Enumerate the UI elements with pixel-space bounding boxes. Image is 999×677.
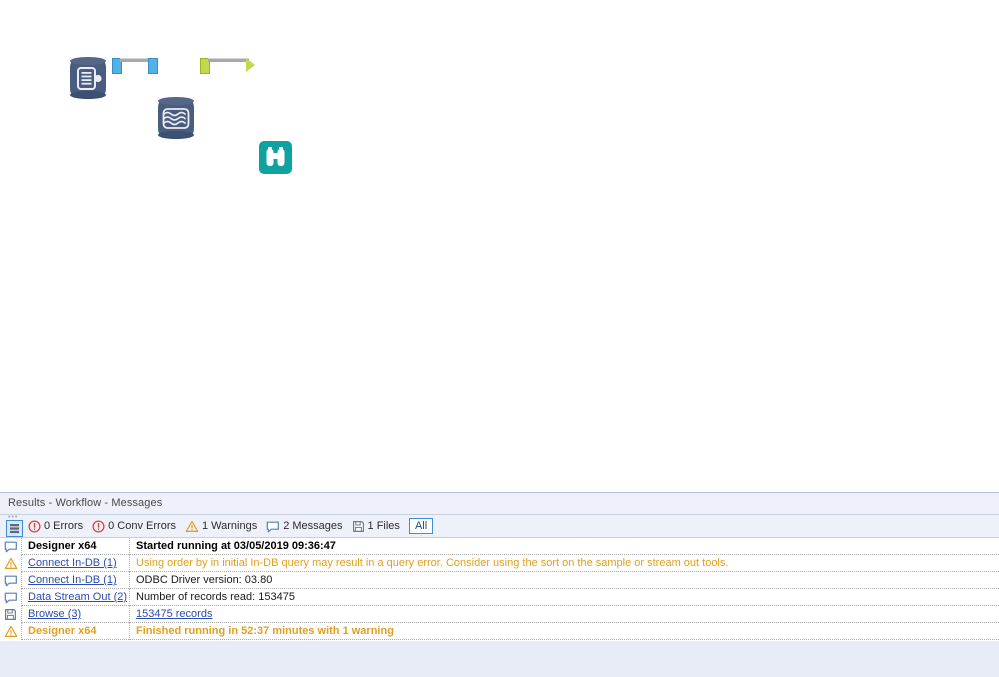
connect-in-db-icon — [77, 67, 102, 90]
filter-conv-errors-label: 0 Conv Errors — [108, 520, 176, 532]
data-stream-out-icon — [162, 108, 190, 129]
row-tool-name[interactable]: Connect In-DB (1) — [22, 555, 130, 572]
warning-icon — [4, 557, 17, 569]
connection-wire-2[interactable] — [208, 58, 249, 62]
table-row[interactable]: Connect In-DB (1) Using order by in init… — [0, 555, 999, 572]
binoculars-icon — [266, 147, 285, 166]
table-row[interactable]: Designer x64 Started running at 03/05/20… — [0, 538, 999, 555]
tool-browse[interactable] — [259, 141, 292, 174]
message-icon — [266, 520, 280, 533]
tool-data-stream-out[interactable] — [158, 97, 194, 139]
results-titlebar: Results - Workflow - Messages — [0, 493, 999, 515]
warning-icon — [4, 625, 17, 637]
filter-messages[interactable]: 2 Messages — [266, 520, 343, 533]
row-icon-cell — [0, 538, 22, 555]
filter-all-button[interactable]: All — [408, 518, 434, 534]
table-row[interactable]: Designer x64 Finished running in 52:37 m… — [0, 623, 999, 640]
row-tool-name: Designer x64 — [22, 538, 130, 555]
row-message-text: ODBC Driver version: 03.80 — [136, 574, 273, 586]
row-message-text: Number of records read: 153475 — [136, 591, 295, 603]
workflow-canvas[interactable] — [0, 0, 999, 492]
message-icon — [4, 575, 17, 587]
row-message-text: Started running at 03/05/2019 09:36:47 — [136, 540, 336, 552]
row-tool-name: Designer x64 — [22, 623, 130, 640]
messages-footer — [0, 641, 999, 677]
row-message-text: Using order by in initial In-DB query ma… — [136, 557, 729, 569]
input-anchor-browse[interactable] — [246, 58, 255, 72]
row-icon-cell — [0, 572, 22, 589]
warning-icon — [185, 520, 199, 533]
row-message-text[interactable]: 153475 records — [130, 606, 999, 623]
file-icon — [5, 609, 16, 620]
row-icon-cell — [0, 555, 22, 572]
table-row[interactable]: Connect In-DB (1) ODBC Driver version: 0… — [0, 572, 999, 589]
filter-warnings[interactable]: 1 Warnings — [185, 520, 257, 533]
file-icon — [352, 520, 365, 533]
results-toolbar: ••• 0 Errors 0 Conv Errors 1 Warnings 2 … — [0, 514, 999, 537]
connection-wire-1[interactable] — [120, 58, 149, 62]
filter-warnings-label: 1 Warnings — [201, 520, 258, 532]
conv-error-icon — [92, 519, 105, 533]
message-icon — [4, 592, 17, 604]
filter-files-label: 1 Files — [367, 520, 400, 532]
row-icon-cell — [0, 606, 22, 623]
message-icon — [4, 541, 17, 553]
filter-files[interactable]: 1 Files — [352, 520, 400, 533]
row-icon-cell — [0, 589, 22, 606]
error-icon — [28, 519, 41, 533]
row-icon-cell — [0, 623, 22, 640]
list-view-icon[interactable] — [6, 520, 23, 537]
row-tool-name[interactable]: Connect In-DB (1) — [22, 572, 130, 589]
filter-conv-errors[interactable]: 0 Conv Errors — [92, 519, 176, 533]
filter-errors[interactable]: 0 Errors — [28, 519, 84, 533]
messages-table[interactable]: Designer x64 Started running at 03/05/20… — [0, 537, 999, 641]
filter-errors-label: 0 Errors — [44, 520, 84, 532]
table-row[interactable]: Browse (3) 153475 records — [0, 606, 999, 623]
table-row[interactable]: Data Stream Out (2) Number of records re… — [0, 589, 999, 606]
input-anchor-data-stream-out[interactable] — [148, 58, 158, 74]
results-title: Results - Workflow - Messages — [8, 497, 163, 509]
row-tool-name[interactable]: Data Stream Out (2) — [22, 589, 130, 606]
row-message-text: Finished running in 52:37 minutes with 1… — [136, 625, 394, 637]
filter-messages-label: 2 Messages — [283, 520, 343, 532]
row-tool-name[interactable]: Browse (3) — [22, 606, 130, 623]
tool-connect-in-db[interactable] — [70, 57, 106, 99]
toolbar-grip[interactable]: ••• — [4, 514, 26, 537]
results-panel: Results - Workflow - Messages ••• 0 Erro… — [0, 492, 999, 677]
